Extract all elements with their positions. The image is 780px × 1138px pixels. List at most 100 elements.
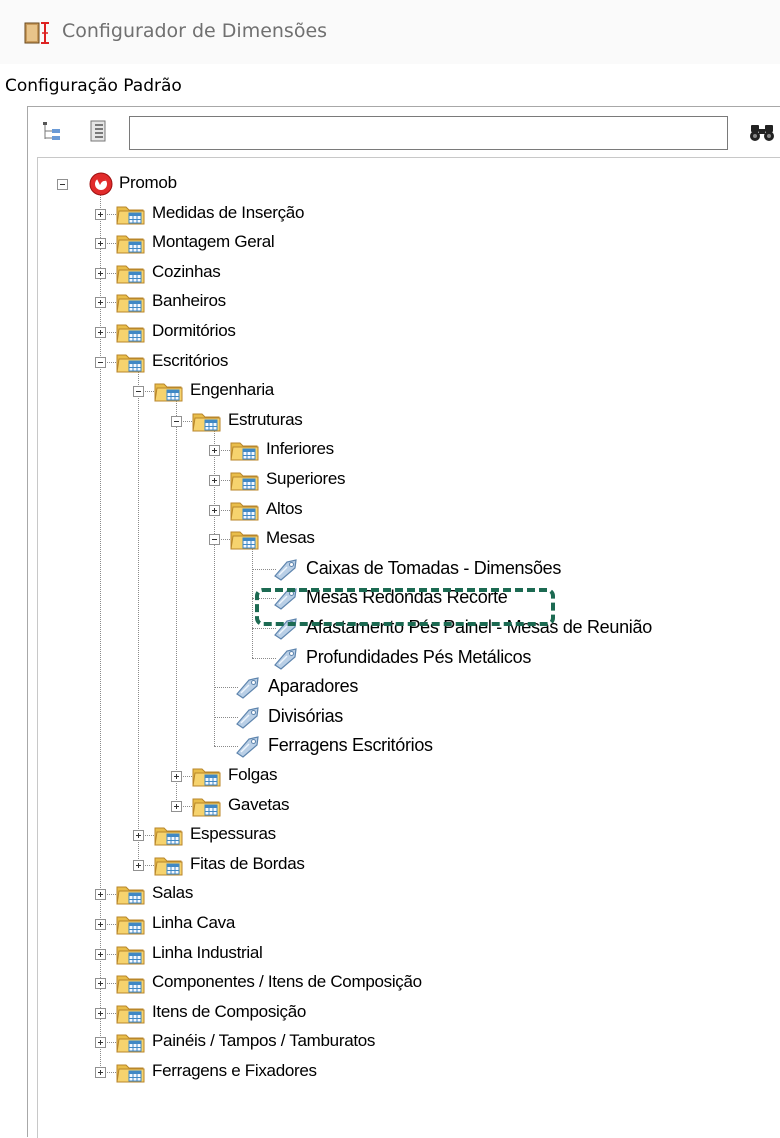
expand-plus-icon[interactable] xyxy=(95,889,106,901)
folder-icon xyxy=(116,202,146,231)
tree-folder-item[interactable]: Gavetas xyxy=(0,792,780,820)
expand-plus-icon[interactable] xyxy=(95,1067,106,1078)
folder-icon xyxy=(116,290,146,319)
tree-folder-item[interactable]: Cozinhas xyxy=(0,259,780,287)
tree-leaf-item[interactable]: Caixas de Tomadas - Dimensões xyxy=(0,555,780,583)
tree-item-label: Escritórios xyxy=(152,350,229,370)
tree-folder-item[interactable]: Estruturas xyxy=(0,407,780,435)
folder-icon xyxy=(230,498,260,527)
tree-item-label: Gavetas xyxy=(228,794,290,814)
folder-icon xyxy=(116,231,146,260)
folder-icon xyxy=(116,882,146,911)
tree-item-label: Itens de Composição xyxy=(152,1001,306,1021)
tree-item-label: Linha Industrial xyxy=(152,942,263,962)
folder-icon xyxy=(230,468,260,497)
tree-folder-item[interactable]: Banheiros xyxy=(0,288,780,316)
tree-item-label: Componentes / Itens de Composição xyxy=(152,972,422,992)
expand-plus-icon[interactable] xyxy=(95,919,106,930)
folder-icon xyxy=(230,527,260,556)
tree-folder-item[interactable]: Escritórios xyxy=(0,348,780,376)
collapse-minus-icon[interactable] xyxy=(133,386,144,398)
tree-item-label: Ferragens Escritórios xyxy=(268,735,433,756)
tree-folder-item[interactable]: Linha Industrial xyxy=(0,940,780,968)
tree-item-label: Caixas de Tomadas - Dimensões xyxy=(306,557,562,578)
expand-plus-icon[interactable] xyxy=(209,504,220,516)
tree-folder-item[interactable]: Ferragens e Fixadores xyxy=(0,1058,780,1086)
tree-item-label: Banheiros xyxy=(152,291,226,311)
folder-icon xyxy=(192,409,222,438)
parameter-tag-icon xyxy=(234,675,262,704)
tree-folder-item[interactable]: Itens de Composição xyxy=(0,999,780,1027)
folder-icon xyxy=(116,971,146,1000)
tree-folder-item[interactable]: Engenharia xyxy=(0,377,780,405)
expand-plus-icon[interactable] xyxy=(133,859,144,871)
expand-plus-icon[interactable] xyxy=(95,1037,106,1049)
expand-plus-icon[interactable] xyxy=(209,445,220,457)
tree-folder-item[interactable]: Inferiores xyxy=(0,436,780,464)
tree-item-label: Engenharia xyxy=(190,380,274,400)
expand-plus-icon[interactable] xyxy=(171,771,182,782)
folder-icon xyxy=(154,853,184,882)
expand-plus-icon[interactable] xyxy=(95,238,106,250)
tree-folder-item[interactable]: Folgas xyxy=(0,762,780,790)
tree-item-label: Estruturas xyxy=(228,409,303,429)
tree-item-label: Mesas xyxy=(266,528,315,548)
expand-plus-icon[interactable] xyxy=(95,327,106,338)
tree-item-label: Fitas de Bordas xyxy=(190,853,305,873)
expand-plus-icon[interactable] xyxy=(171,800,182,812)
tree-leaf-item[interactable]: Divisórias xyxy=(0,703,780,731)
tree-item-label: Inferiores xyxy=(266,439,334,459)
expand-plus-icon[interactable] xyxy=(133,830,144,842)
expand-plus-icon[interactable] xyxy=(95,1007,106,1019)
tree-item-label: Profundidades Pés Metálicos xyxy=(306,646,532,667)
collapse-minus-icon[interactable] xyxy=(95,356,106,368)
tree-folder-item[interactable]: Altos xyxy=(0,496,780,524)
tree-folder-item[interactable]: Componentes / Itens de Composição xyxy=(0,969,780,997)
collapse-minus-icon[interactable] xyxy=(57,179,68,190)
tree-folder-item[interactable]: Linha Cava xyxy=(0,910,780,938)
folder-icon xyxy=(116,1001,146,1030)
tree-leaf-item[interactable]: Profundidades Pés Metálicos xyxy=(0,644,780,672)
folder-icon xyxy=(116,942,146,971)
tree-leaf-item[interactable]: Mesas Redondas Recorte xyxy=(0,584,780,612)
tree-item-label: Afastamento Pés Painel - Mesas de Reuniã… xyxy=(306,617,652,637)
folder-icon xyxy=(116,1060,146,1089)
tree-folder-item[interactable]: Dormitórios xyxy=(0,318,780,346)
tree-folder-item[interactable]: Superiores xyxy=(0,466,780,494)
tree-folder-item[interactable]: Fitas de Bordas xyxy=(0,851,780,879)
tree-item-label: Medidas de Inserção xyxy=(152,202,305,222)
tree-folder-item[interactable]: Espessuras xyxy=(0,821,780,849)
folder-icon xyxy=(116,912,146,941)
folder-icon xyxy=(116,261,146,290)
tree-folder-item[interactable]: Promob xyxy=(0,170,780,198)
tree-folder-item[interactable]: Salas xyxy=(0,880,780,908)
tree-leaf-item[interactable]: Aparadores xyxy=(0,673,780,701)
tree-folder-item[interactable]: Montagem Geral xyxy=(0,229,780,257)
folder-icon xyxy=(192,794,222,823)
tree-item-label: Salas xyxy=(152,883,194,903)
expand-plus-icon[interactable] xyxy=(95,297,106,309)
parameter-tag-icon xyxy=(272,616,300,645)
parameter-tag-icon xyxy=(272,586,300,615)
expand-plus-icon[interactable] xyxy=(95,948,106,960)
parameter-tag-icon xyxy=(272,646,300,675)
expand-plus-icon[interactable] xyxy=(95,208,106,220)
tree-folder-item[interactable]: Medidas de Inserção xyxy=(0,200,780,228)
expand-plus-icon[interactable] xyxy=(209,475,220,486)
expand-plus-icon[interactable] xyxy=(95,267,106,279)
tree-item-label: Divisórias xyxy=(268,705,344,726)
tree-item-label: Ferragens e Fixadores xyxy=(152,1061,317,1080)
collapse-minus-icon[interactable] xyxy=(209,534,220,546)
tree-leaf-item[interactable]: Afastamento Pés Painel - Mesas de Reuniã… xyxy=(0,614,780,642)
tree-item-label: Mesas Redondas Recorte xyxy=(306,587,508,608)
expand-plus-icon[interactable] xyxy=(95,978,106,990)
parameter-tag-icon xyxy=(234,734,262,763)
tree-folder-item[interactable]: Painéis / Tampos / Tamburatos xyxy=(0,1028,780,1056)
tree-item-label: Linha Cava xyxy=(152,913,236,932)
tree-folder-item[interactable]: Mesas xyxy=(0,525,780,553)
tree-item-label: Aparadores xyxy=(268,676,359,697)
tree-leaf-item[interactable]: Ferragens Escritórios xyxy=(0,732,780,760)
tree-item-label: Folgas xyxy=(228,765,278,784)
tree-item-label: Cozinhas xyxy=(152,261,221,281)
collapse-minus-icon[interactable] xyxy=(171,415,182,427)
